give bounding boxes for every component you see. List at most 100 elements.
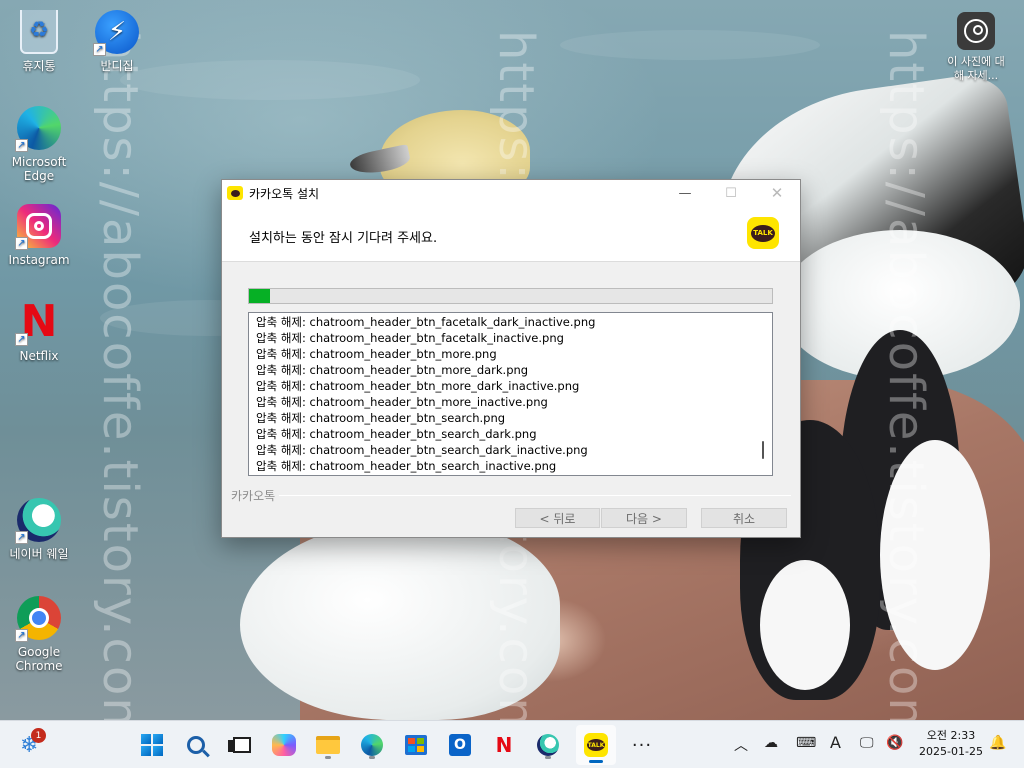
notification-bell-icon[interactable]: 🔔 <box>989 735 1006 751</box>
whale-taskbar-button[interactable] <box>532 729 564 761</box>
shortcut-arrow-icon: ↗ <box>15 333 28 346</box>
shortcut-arrow-icon: ↗ <box>15 237 28 250</box>
keyboard-icon[interactable]: ⌨ <box>796 735 816 751</box>
kakao-talk-text: TALK <box>587 739 605 751</box>
about-picture-icon <box>952 10 1000 52</box>
progress-fill <box>249 289 270 303</box>
desktop-icon-label: 네이버 웨일 <box>9 547 69 561</box>
log-line: 압축 해제: chatroom_header_btn_search_dark.p… <box>256 427 537 441</box>
desktop-icon-edge[interactable]: ↗ Microsoft Edge <box>0 104 78 183</box>
file-explorer-button[interactable] <box>312 729 344 761</box>
maximize-button[interactable]: ☐ <box>708 180 754 206</box>
watermark-text: https://abocoffe.tistory.com/ <box>92 30 148 720</box>
desktop-icon-label: Microsoft Edge <box>11 155 67 183</box>
log-line: 압축 해제: chatroom_header_btn_facetalk_inac… <box>256 331 564 345</box>
edge-taskbar-button[interactable] <box>356 729 388 761</box>
desktop-icon-label: 반디집 <box>100 59 134 73</box>
title-bar[interactable]: 카카오톡 설치 — ☐ ✕ <box>222 180 800 206</box>
log-line: 압축 해제: chatroom_header_btn_search_dark_i… <box>256 443 588 457</box>
shortcut-arrow-icon: ↗ <box>15 139 28 152</box>
ime-indicator[interactable]: A <box>830 733 841 752</box>
desktop-icon-chrome[interactable]: ↗ Google Chrome <box>0 594 78 673</box>
install-log[interactable]: 압축 해제: chatroom_header_btn_facetalk_dark… <box>248 312 773 476</box>
kakaotalk-icon: TALK <box>584 733 608 757</box>
copilot-icon <box>272 734 296 756</box>
search-icon <box>187 736 205 754</box>
search-button[interactable] <box>180 729 212 761</box>
outlook-icon: O <box>449 734 471 756</box>
log-line: 압축 해제: chatroom_header_btn_search.png <box>256 411 506 425</box>
desktop-icon-bandizip[interactable]: ⚡ ↗ 반디집 <box>78 8 156 73</box>
running-indicator <box>369 756 375 759</box>
desktop-icon-whale[interactable]: ↗ 네이버 웨일 <box>0 496 78 561</box>
clock-time: 오전 2:33 <box>926 729 976 742</box>
running-indicator <box>545 756 551 759</box>
store-button[interactable] <box>400 729 432 761</box>
next-button[interactable]: 다음 > <box>601 508 687 528</box>
chrome-icon: ↗ <box>15 594 63 642</box>
task-view-button[interactable] <box>222 729 254 761</box>
folder-icon <box>316 736 340 754</box>
cancel-button[interactable]: 취소 <box>701 508 787 528</box>
kakaotalk-app-icon <box>227 186 243 200</box>
instagram-icon: ↗ <box>15 202 63 250</box>
outlook-button[interactable]: O <box>444 729 476 761</box>
header-message: 설치하는 동안 잠시 기다려 주세요. <box>249 231 438 246</box>
weather-badge: 1 <box>31 728 46 743</box>
network-icon[interactable]: 🖵 <box>860 735 874 751</box>
shortcut-arrow-icon: ↗ <box>15 629 28 642</box>
installer-header: 설치하는 동안 잠시 기다려 주세요. TALK <box>222 206 800 262</box>
clock-date: 2025-01-25 <box>919 745 983 758</box>
scrollbar-thumb[interactable] <box>762 441 764 459</box>
start-button[interactable] <box>136 729 168 761</box>
desktop-icon-recycle-bin[interactable]: ♻ 휴지통 <box>0 8 78 73</box>
store-icon <box>405 735 427 755</box>
minimize-button[interactable]: — <box>662 180 708 206</box>
copilot-button[interactable] <box>268 729 300 761</box>
installer-window: 카카오톡 설치 — ☐ ✕ 설치하는 동안 잠시 기다려 주세요. TALK 압… <box>221 179 801 538</box>
edge-icon: ↗ <box>15 104 63 152</box>
clock[interactable]: 오전 2:33 2025-01-25 <box>918 728 984 760</box>
log-lines: 압축 해제: chatroom_header_btn_facetalk_dark… <box>256 314 595 474</box>
bandizip-icon: ⚡ ↗ <box>93 8 141 56</box>
netflix-icon: N ↗ <box>15 298 63 346</box>
active-indicator <box>589 760 603 763</box>
desktop-icon-netflix[interactable]: N ↗ Netflix <box>0 298 78 363</box>
whale-icon: ↗ <box>15 496 63 544</box>
close-button[interactable]: ✕ <box>754 180 800 206</box>
netflix-taskbar-button[interactable]: N <box>488 729 520 761</box>
log-line: 압축 해제: chatroom_header_btn_more_dark_ina… <box>256 379 580 393</box>
log-scrollbar[interactable] <box>756 313 772 475</box>
kakaotalk-taskbar-button[interactable]: TALK <box>576 725 616 765</box>
watermark-text: https://abocoffe.tistory.com/ <box>878 30 934 720</box>
running-indicator <box>325 756 331 759</box>
desktop-icon-label: 이 사진에 대해 자세... <box>947 55 1005 82</box>
log-line: 압축 해제: chatroom_header_btn_facetalk_dark… <box>256 315 596 329</box>
recycle-bin-icon: ♻ <box>15 8 63 56</box>
back-button[interactable]: < 뒤로 <box>515 508 600 528</box>
brand-label: 카카오톡 <box>231 489 276 503</box>
log-line: 압축 해제: chatroom_header_btn_search_inacti… <box>256 459 557 473</box>
divider <box>279 495 791 496</box>
install-progress-bar <box>248 288 773 304</box>
volume-muted-icon[interactable]: 🔇 <box>886 735 903 751</box>
desktop-icon-instagram[interactable]: ↗ Instagram <box>0 202 78 267</box>
kakaotalk-logo-icon: TALK <box>747 217 779 249</box>
edge-icon <box>361 734 383 756</box>
windows-logo-icon <box>141 734 163 756</box>
whale-icon <box>537 734 559 756</box>
desktop-icon-label: Netflix <box>19 349 59 363</box>
more-apps-button[interactable]: ··· <box>626 729 658 761</box>
log-line: 압축 해제: chatroom_header_btn_more_inactive… <box>256 395 548 409</box>
log-line: 압축 해제: chatroom_header_btn_more.png <box>256 347 497 361</box>
netflix-icon: N <box>495 733 513 757</box>
more-icon: ··· <box>631 734 653 756</box>
desktop-icon-label: Instagram <box>8 253 70 267</box>
show-hidden-icons-button[interactable]: ︿ <box>734 735 748 755</box>
window-title: 카카오톡 설치 <box>249 186 320 201</box>
brand-separator: 카카오톡 <box>231 487 791 504</box>
taskbar: ❄ 1 O N TALK ··· ︿ ☁ ⌨ A � <box>0 720 1024 768</box>
onedrive-icon[interactable]: ☁ <box>764 735 778 751</box>
log-line: 압축 해제: chatroom_header_btn_more_dark.png <box>256 363 529 377</box>
desktop-icon-about-picture[interactable]: 이 사진에 대해 자세... <box>936 10 1016 83</box>
